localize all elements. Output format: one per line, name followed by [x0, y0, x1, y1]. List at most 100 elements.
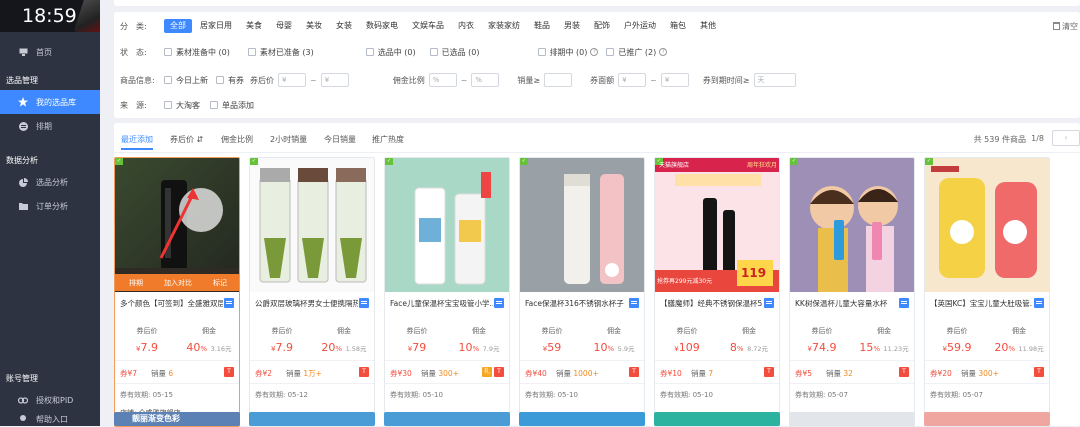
coupon-max-input[interactable]: ¥ — [660, 73, 689, 87]
tab-2h-sales[interactable]: 2小时销量 — [270, 134, 307, 145]
product-title[interactable]: 公爵双层玻璃杯男女士便携隔热... — [255, 298, 358, 309]
checkbox[interactable] — [247, 48, 256, 56]
category-8[interactable]: 内衣 — [452, 19, 480, 33]
expire-days-input[interactable]: 天 — [753, 73, 796, 87]
category-14[interactable]: 箱包 — [664, 19, 692, 33]
status-material-preparing[interactable]: 素材准备中 (0) — [164, 47, 230, 58]
sidebar-item-schedule[interactable]: 排期 — [0, 114, 100, 138]
sidebar-item-my-library[interactable]: 我的选品库 — [0, 90, 100, 114]
next-product-thumb[interactable] — [654, 412, 780, 426]
product-title[interactable]: Face保温杯316不锈钢水杯子 — [525, 298, 628, 309]
tab-recent[interactable]: 最近添加 — [121, 134, 153, 150]
checkbox[interactable] — [216, 76, 224, 84]
category-0[interactable]: 全部 — [164, 19, 192, 33]
next-product-thumb[interactable] — [384, 412, 510, 426]
tab-today-sales[interactable]: 今日销量 — [324, 134, 356, 145]
product-image[interactable]: ✓ — [790, 158, 914, 292]
rate-min-input[interactable]: % — [428, 73, 457, 87]
sidebar-item-analysis[interactable]: 选品分析 — [0, 170, 100, 194]
rate-max-input[interactable]: % — [471, 73, 500, 87]
product-card[interactable]: ✓ KK树保温杯儿童大容量水杯 券后价 ¥74.9 佣金 15% 11.23元 券¥5 销量 … — [789, 157, 915, 427]
status-scheduling[interactable]: 排期中 (0)? — [537, 47, 599, 58]
product-title[interactable]: 【英国KC】宝宝儿童大肚吸管... — [930, 298, 1033, 309]
next-product-thumb[interactable] — [789, 412, 915, 426]
copy-icon[interactable] — [629, 298, 639, 308]
source-dataoke[interactable]: 大淘客 — [164, 100, 200, 111]
status-picking[interactable]: 选品中 (0) — [365, 47, 416, 58]
next-product-thumb[interactable]: 靓丽渐变色彩 — [114, 412, 240, 426]
checkbox[interactable] — [429, 48, 438, 56]
category-9[interactable]: 家装家纺 — [482, 19, 526, 33]
category-15[interactable]: 其他 — [694, 19, 722, 33]
product-card[interactable]: ✓ 公爵双层玻璃杯男女士便携隔热... 券后价 ¥7.9 佣金 20% 1.58元 券¥2 销… — [249, 157, 375, 427]
tab-commission[interactable]: 佣金比例 — [221, 134, 253, 145]
next-product-thumb[interactable] — [519, 412, 645, 426]
sidebar-item-bottom[interactable]: 帮助入口 — [0, 412, 100, 426]
schedule-action[interactable]: 排期 — [115, 278, 157, 288]
status-promoted[interactable]: 已推广 (2)? — [606, 47, 668, 58]
sales-input[interactable] — [544, 73, 573, 87]
copy-icon[interactable] — [899, 298, 909, 308]
category-4[interactable]: 美妆 — [300, 19, 328, 33]
category-10[interactable]: 鞋品 — [528, 19, 556, 33]
sidebar-item-order-analysis[interactable]: 订单分析 — [0, 194, 100, 218]
category-7[interactable]: 文娱车品 — [406, 19, 450, 33]
tab-hot[interactable]: 推广热度 — [372, 134, 404, 145]
product-card[interactable]: ✓ Face儿童保温杯宝宝吸管小学... 券后价 ¥79 佣金 10% 7.9元 券¥30 销… — [384, 157, 510, 427]
product-title[interactable]: Face儿童保温杯宝宝吸管小学... — [390, 298, 493, 309]
category-6[interactable]: 数码家电 — [360, 19, 404, 33]
new-tag-icon: ✓ — [385, 158, 393, 165]
product-card[interactable]: ✓ Face保温杯316不锈钢水杯子 券后价 ¥59 佣金 10% 5.9元 券¥40 销量 … — [519, 157, 645, 427]
category-13[interactable]: 户外运动 — [618, 19, 662, 33]
next-product-thumb[interactable] — [249, 412, 375, 426]
coupon-min-input[interactable]: ¥ — [618, 73, 647, 87]
product-image[interactable]: ✓ — [385, 158, 509, 292]
product-image[interactable]: ✓ 排期 加入对比 标记 — [115, 158, 239, 292]
category-3[interactable]: 母婴 — [270, 19, 298, 33]
help-icon[interactable]: ? — [659, 48, 668, 56]
checkbox[interactable] — [164, 101, 172, 109]
product-title[interactable]: KK树保温杯儿童大容量水杯 — [795, 298, 898, 309]
copy-icon[interactable] — [764, 298, 774, 308]
copy-icon[interactable] — [494, 298, 504, 308]
checkbox[interactable] — [537, 48, 546, 56]
prev-page-button[interactable]: ‹ — [1052, 130, 1080, 146]
product-title[interactable]: 多个颜色【可签到】全盛雅双层... — [120, 298, 223, 309]
copy-icon[interactable] — [1034, 298, 1044, 308]
sidebar-item-auth-pid[interactable]: 授权和PID — [0, 388, 100, 412]
checkbox[interactable] — [365, 48, 374, 56]
checkbox[interactable] — [164, 76, 172, 84]
category-12[interactable]: 配饰 — [588, 19, 616, 33]
product-image[interactable]: ✓ — [250, 158, 374, 292]
checkbox[interactable] — [606, 48, 615, 56]
help-icon[interactable]: ? — [590, 48, 599, 56]
status-picked[interactable]: 已选品 (0) — [429, 47, 480, 58]
price-max-input[interactable]: ¥ — [320, 73, 349, 87]
compare-action[interactable]: 加入对比 — [157, 278, 199, 288]
checkbox[interactable] — [210, 101, 218, 109]
category-2[interactable]: 美食 — [240, 19, 268, 33]
copy-icon[interactable] — [359, 298, 369, 308]
status-material-ready[interactable]: 素材已准备 (3) — [247, 47, 314, 58]
category-5[interactable]: 女装 — [330, 19, 358, 33]
today-online-checkbox[interactable]: 今日上新 — [164, 75, 208, 86]
product-image[interactable]: ✓ 天猫旗舰店 周年狂欢月 抢券再299元减30元 119 — [655, 158, 779, 292]
product-title[interactable]: 【膳魔师】经典不锈钢保温杯5... — [660, 298, 763, 309]
price-min-input[interactable]: ¥ — [278, 73, 306, 87]
product-card[interactable]: ✓ 排期 加入对比 标记 多个颜色【可签到】全盛雅双层... 券后价 ¥7.9 佣金 40% 3… — [114, 157, 240, 427]
source-single[interactable]: 单品添加 — [210, 100, 254, 111]
has-coupon-checkbox[interactable]: 有券 — [216, 75, 244, 86]
category-11[interactable]: 男装 — [558, 19, 586, 33]
product-card[interactable]: ✓ 【英国KC】宝宝儿童大肚吸管... 券后价 ¥59.9 佣金 20% 11.98元 券¥… — [924, 157, 1050, 427]
tab-price[interactable]: 券后价 ⇵ — [170, 134, 203, 145]
copy-icon[interactable] — [224, 298, 234, 308]
product-image[interactable]: ✓ — [520, 158, 644, 292]
sidebar-item-home[interactable]: 首页 — [0, 40, 100, 64]
product-image[interactable]: ✓ — [925, 158, 1049, 292]
product-card[interactable]: ✓ 天猫旗舰店 周年狂欢月 抢券再299元减30元 119 【膳魔师】经典不锈钢保温杯5.… — [654, 157, 780, 427]
mark-action[interactable]: 标记 — [199, 278, 239, 288]
next-product-thumb[interactable] — [924, 412, 1050, 426]
clear-button[interactable]: 清空 — [1053, 21, 1078, 32]
checkbox[interactable] — [164, 48, 172, 56]
category-1[interactable]: 居家日用 — [194, 19, 238, 33]
